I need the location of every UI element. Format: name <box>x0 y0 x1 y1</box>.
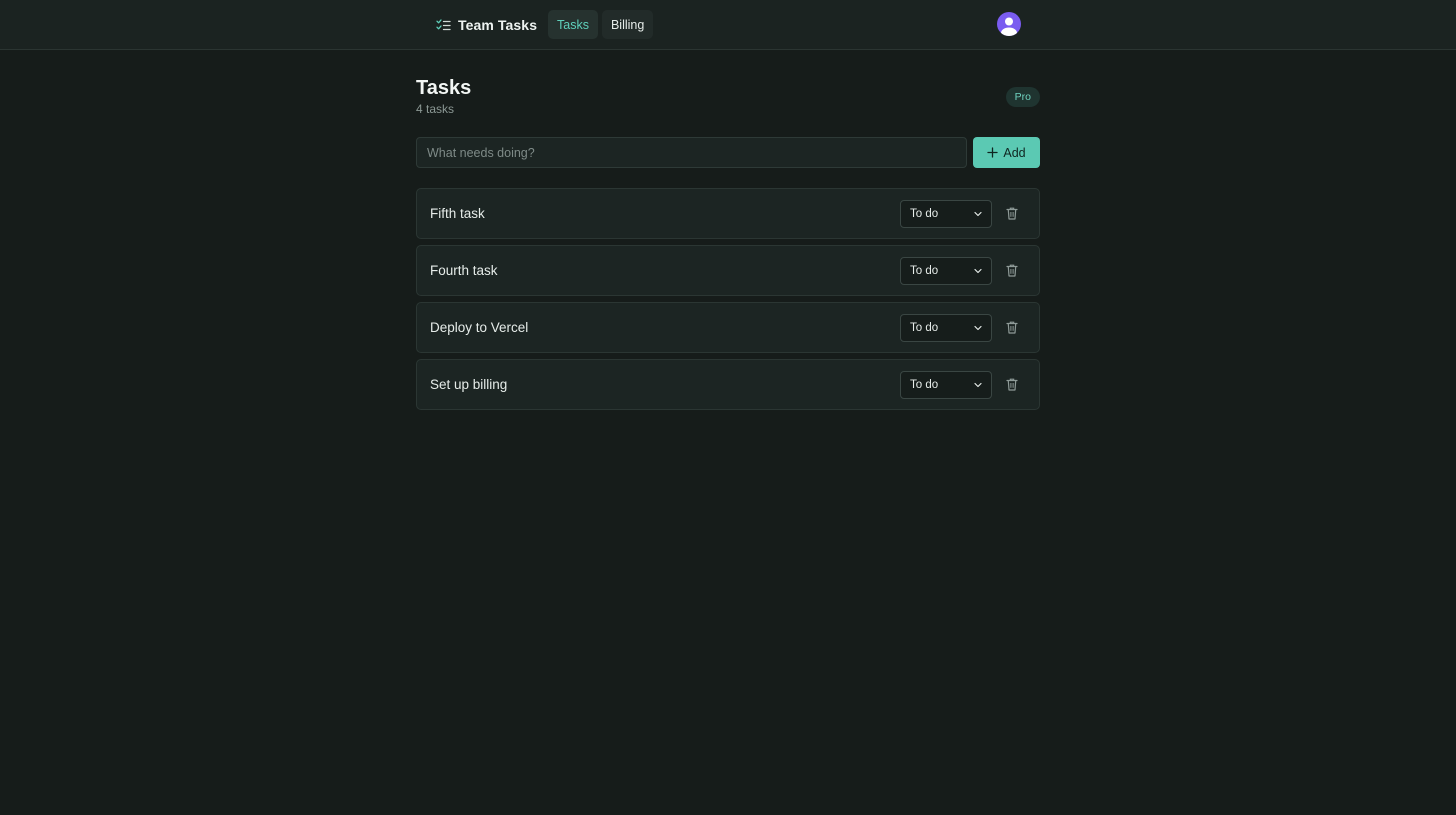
plan-badge: Pro <box>1005 87 1040 107</box>
new-task-input[interactable] <box>416 137 967 168</box>
chevron-down-icon <box>974 325 982 331</box>
add-task-form: Add <box>416 137 1040 168</box>
brand[interactable]: Team Tasks <box>436 14 537 36</box>
chevron-down-icon <box>974 382 982 388</box>
trash-icon[interactable] <box>1005 320 1019 335</box>
task-row: Deploy to Vercel To do <box>416 302 1040 353</box>
chevron-down-icon <box>974 268 982 274</box>
status-select[interactable]: To do <box>900 314 992 342</box>
trash-icon[interactable] <box>1005 263 1019 278</box>
task-name: Fifth task <box>430 206 485 221</box>
nav-tab-tasks[interactable]: Tasks <box>548 10 598 39</box>
task-name: Fourth task <box>430 263 498 278</box>
task-name: Deploy to Vercel <box>430 320 529 335</box>
chevron-down-icon <box>974 211 982 217</box>
status-select[interactable]: To do <box>900 200 992 228</box>
task-row: Fifth task To do <box>416 188 1040 239</box>
add-button-label: Add <box>1003 145 1026 160</box>
task-count: 4 tasks <box>416 102 455 116</box>
task-row: Fourth task To do <box>416 245 1040 296</box>
status-select[interactable]: To do <box>900 371 992 399</box>
main-content: Tasks 4 tasks Pro Add Fifth task To do <box>416 76 1040 410</box>
trash-icon[interactable] <box>1005 206 1019 221</box>
task-name: Set up billing <box>430 377 508 392</box>
main-nav: Tasks Billing <box>548 10 654 39</box>
status-value: To do <box>910 208 939 220</box>
top-navigation-bar: Team Tasks Tasks Billing <box>0 0 1456 50</box>
nav-tab-billing[interactable]: Billing <box>601 10 654 39</box>
status-value: To do <box>910 322 939 334</box>
user-avatar-icon[interactable] <box>997 12 1021 36</box>
trash-icon[interactable] <box>1005 377 1019 392</box>
task-row: Set up billing To do <box>416 359 1040 410</box>
task-list: Fifth task To do Fourth task To do Deplo… <box>416 188 1040 416</box>
brand-name: Team Tasks <box>458 17 538 33</box>
status-value: To do <box>910 265 939 277</box>
add-task-button[interactable]: Add <box>973 137 1040 168</box>
plus-icon <box>987 147 999 158</box>
page-title: Tasks <box>416 77 472 99</box>
status-select[interactable]: To do <box>900 257 992 285</box>
checklist-icon <box>436 18 451 33</box>
status-value: To do <box>910 379 939 391</box>
